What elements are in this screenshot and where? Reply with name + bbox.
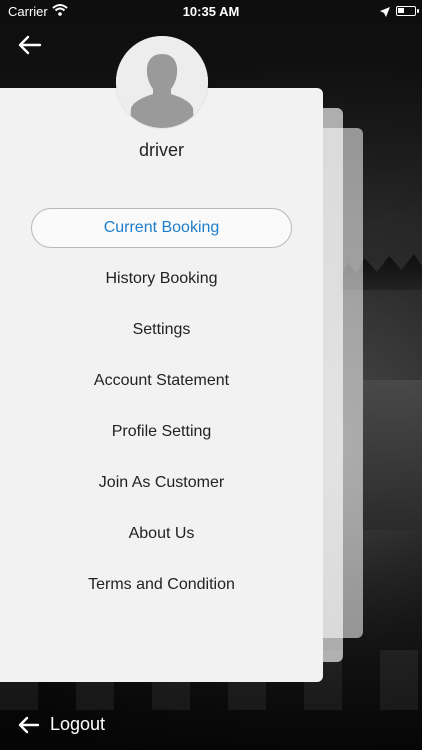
menu-item-current-booking[interactable]: Current Booking: [31, 208, 292, 248]
person-silhouette-icon: [116, 36, 208, 128]
menu-item-join-as-customer[interactable]: Join As Customer: [31, 463, 292, 503]
arrow-left-icon: [18, 35, 42, 55]
avatar[interactable]: [116, 36, 208, 128]
background-structure: [362, 380, 422, 530]
menu-item-settings[interactable]: Settings: [31, 310, 292, 350]
logout-button[interactable]: Logout: [18, 714, 105, 735]
arrow-left-icon: [18, 716, 40, 733]
logout-label: Logout: [50, 714, 106, 734]
menu-item-account-statement[interactable]: Account Statement: [31, 361, 292, 401]
clock: 10:35 AM: [182, 4, 240, 19]
back-button[interactable]: [18, 34, 42, 56]
location-arrow-icon: [380, 5, 390, 20]
status-bar: Carrier 10:35 AM: [0, 0, 422, 24]
menu-item-terms-and-condition[interactable]: Terms and Condition: [31, 565, 292, 605]
battery-icon: [396, 6, 419, 16]
menu-item-profile-setting[interactable]: Profile Setting: [31, 412, 292, 452]
username: driver: [138, 140, 184, 160]
menu-item-about-us[interactable]: About Us: [31, 514, 292, 554]
menu-item-history-booking[interactable]: History Booking: [31, 259, 292, 299]
